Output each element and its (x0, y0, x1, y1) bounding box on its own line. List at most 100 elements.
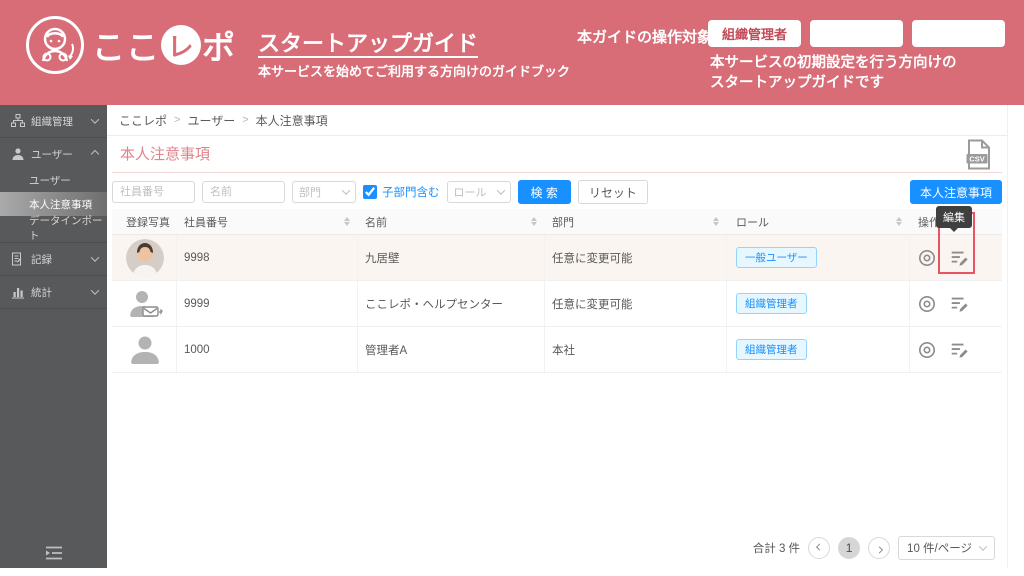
chevron-down-icon (90, 253, 100, 265)
avatar (126, 238, 164, 277)
sidebar-subitem-label: 本人注意事項 (29, 198, 92, 211)
role-select-value: ロール (453, 187, 487, 199)
employee-id-input[interactable] (112, 181, 195, 203)
logo-circle: レ (161, 25, 201, 65)
sidebar-item-label: ユーザー (31, 148, 73, 161)
cell-employee-id: 9999 (184, 297, 210, 310)
menu-fold-icon[interactable] (0, 546, 107, 560)
users-table: 登録写真 社員番号 名前 部門 ロール 操作 9998 九居壁 任意に変更可能 … (112, 209, 1002, 373)
page-size-value: 10 件/ページ (907, 543, 972, 555)
chevron-up-icon (90, 148, 100, 160)
table-header-row: 登録写真 社員番号 名前 部門 ロール 操作 (112, 209, 1002, 235)
cell-department: 本社 (552, 344, 575, 357)
sidebar-subitem-label: ユーザー (29, 174, 71, 187)
department-select[interactable]: 部門 (292, 181, 356, 203)
pagination: 合計 3 件 1 10 件/ページ (753, 536, 995, 560)
sidebar-item-label: 統計 (31, 286, 52, 299)
guide-target-label: 本ガイドの操作対象 (577, 29, 713, 46)
sort-icon[interactable] (896, 217, 902, 226)
logo-text-before: ここ (92, 29, 160, 66)
search-button[interactable]: 検 索 (517, 180, 571, 204)
breadcrumb: ここレポ > ユーザー > 本人注意事項 (107, 105, 1007, 136)
name-input[interactable] (202, 181, 285, 203)
sidebar-item-user[interactable]: ユーザー (0, 140, 107, 168)
sidebar-item-org-management[interactable]: 組織管理 (0, 107, 107, 135)
right-gutter (1007, 105, 1024, 568)
avatar-placeholder (126, 331, 164, 369)
logo-circle-char: レ (167, 31, 195, 62)
table-row: 9999 ここレポ・ヘルプセンター 任意に変更可能 組織管理者 (112, 281, 1002, 327)
csv-export-icon[interactable]: CSV (965, 139, 992, 175)
prev-page-button[interactable] (808, 537, 831, 559)
edit-icon[interactable] (949, 340, 969, 360)
sidebar-subitem-users[interactable]: ユーザー (0, 168, 107, 192)
department-select-value: 部門 (299, 187, 321, 199)
cell-department: 任意に変更可能 (552, 298, 633, 311)
page-title: 本人注意事項 (120, 146, 211, 163)
role-badge: 組織管理者 (736, 293, 807, 314)
guide-description-line1: 本サービスの初期設定を行う方向けの (710, 55, 957, 71)
main-content: ここレポ > ユーザー > 本人注意事項 本人注意事項 CSV 社員番号 名前 … (107, 105, 1007, 568)
breadcrumb-item-current: 本人注意事項 (255, 113, 328, 128)
edit-icon[interactable] (949, 294, 969, 314)
svg-text:CSV: CSV (969, 155, 984, 164)
target-badges: 組織管理者 (708, 20, 1005, 47)
include-sub-departments-checkbox[interactable] (363, 185, 377, 199)
cell-name: 管理者A (365, 344, 408, 357)
chevron-down-icon (90, 286, 100, 298)
role-select[interactable]: ロール (446, 181, 511, 203)
edit-tooltip: 編集 (936, 206, 972, 232)
record-icon (11, 252, 25, 266)
avatar-placeholder-mail (126, 285, 164, 323)
breadcrumb-separator: > (174, 114, 181, 126)
page-number-1[interactable]: 1 (838, 537, 861, 559)
user-icon (11, 147, 25, 161)
breadcrumb-item-home[interactable]: ここレポ (119, 112, 167, 129)
column-header-role[interactable]: ロール (736, 214, 769, 230)
guide-subtitle: 本サービスを始めてご利用する方向けのガイドブック (258, 64, 571, 79)
breadcrumb-item-users[interactable]: ユーザー (187, 112, 235, 129)
edit-icon[interactable] (949, 248, 969, 268)
sidebar-subitem-data-import[interactable]: データインポート (0, 215, 107, 242)
cell-employee-id: 9998 (184, 251, 210, 264)
page-size-select[interactable]: 10 件/ページ (898, 536, 995, 560)
table-row: 1000 管理者A 本社 組織管理者 (112, 327, 1002, 373)
guide-description: 本サービスの初期設定を行う方向けの スタートアップガイドです (710, 53, 957, 93)
role-badge: 組織管理者 (736, 339, 807, 360)
app-window: ここ レ ポ スタートアップガイド 本サービスを始めてご利用する方向けのガイドブ… (0, 0, 1024, 576)
chevron-down-icon (90, 115, 100, 127)
view-icon[interactable] (918, 249, 936, 267)
chevron-down-icon (341, 186, 351, 195)
sidebar-item-records[interactable]: 記録 (0, 245, 107, 273)
sidebar-item-label: 記録 (31, 253, 52, 266)
guide-description-line2: スタートアップガイドです (710, 75, 884, 91)
add-personal-note-button[interactable]: 本人注意事項 (909, 180, 1002, 204)
cell-department: 任意に変更可能 (552, 252, 633, 265)
sort-icon[interactable] (531, 217, 537, 226)
cell-name: 九居壁 (365, 252, 400, 265)
logo-text-after: ポ (202, 29, 236, 66)
sidebar-item-label: 組織管理 (31, 115, 73, 128)
org-chart-icon (11, 114, 25, 128)
view-icon[interactable] (918, 341, 936, 359)
reset-button[interactable]: リセット (577, 180, 648, 204)
column-header-department[interactable]: 部門 (552, 214, 574, 230)
pagination-total: 合計 3 件 (752, 543, 801, 555)
next-page-button[interactable] (868, 537, 891, 559)
sidebar-subitem-label: データインポート (29, 215, 103, 242)
sort-icon[interactable] (713, 217, 719, 226)
page-header: ここ レ ポ スタートアップガイド 本サービスを始めてご利用する方向けのガイドブ… (0, 0, 1024, 105)
table-row: 9998 九居壁 任意に変更可能 一般ユーザー (112, 235, 1002, 281)
chevron-down-icon (978, 542, 988, 551)
role-badge: 一般ユーザー (736, 247, 817, 268)
app-logo: ここ レ ポ (26, 16, 236, 74)
breadcrumb-separator: > (242, 114, 249, 126)
sort-icon[interactable] (344, 217, 350, 226)
cell-employee-id: 1000 (184, 343, 210, 356)
view-icon[interactable] (918, 295, 936, 313)
sidebar: 組織管理 ユーザー ユーザー 本人注意事項 データインポート 記録 統計 (0, 105, 107, 568)
include-sub-departments-label: 子部門含む (382, 187, 440, 199)
column-header-employee-id[interactable]: 社員番号 (184, 214, 228, 230)
column-header-name[interactable]: 名前 (365, 214, 387, 230)
sidebar-item-statistics[interactable]: 統計 (0, 278, 107, 306)
